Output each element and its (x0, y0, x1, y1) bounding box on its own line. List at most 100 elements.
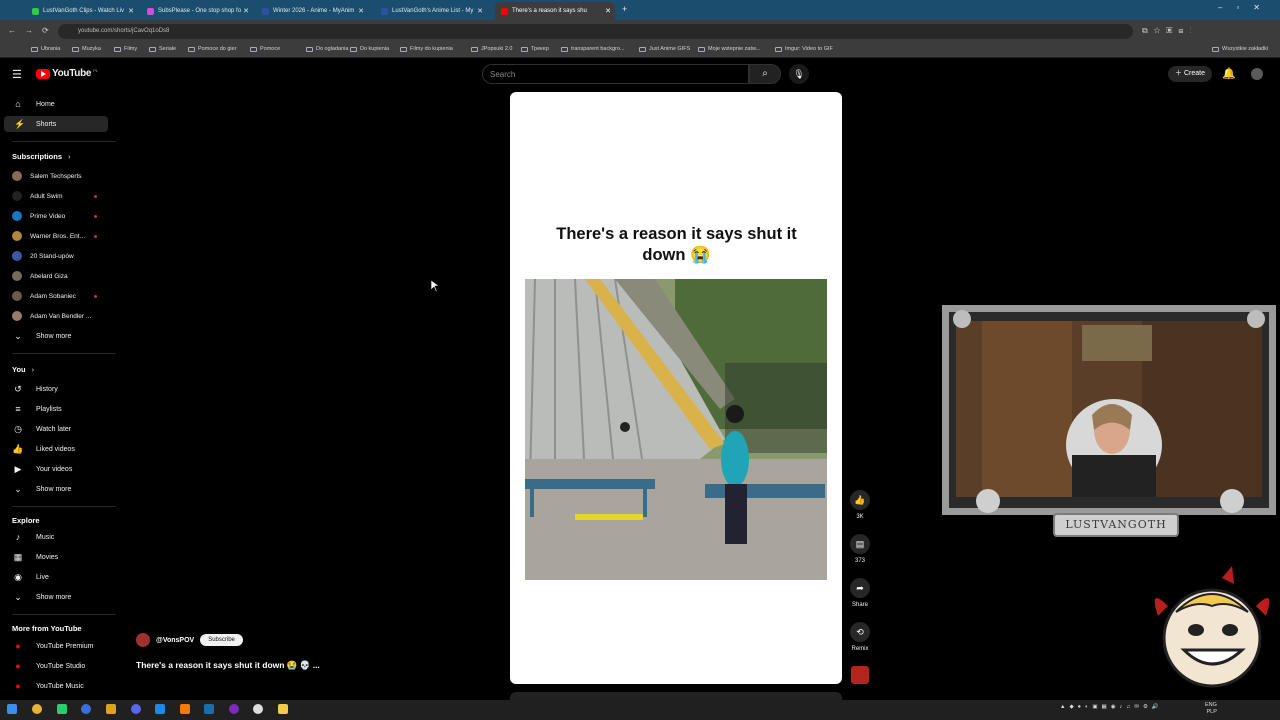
sidebar-item[interactable]: ≡ Playlists (0, 401, 108, 417)
sidebar-section-title[interactable]: More from YouTube (12, 624, 82, 633)
sidebar-item[interactable]: ↺ History (0, 381, 108, 397)
window-controls[interactable]: –▫✕ (1218, 3, 1274, 12)
subscription-item[interactable]: Adam Van Bendler ... (0, 308, 110, 324)
steam-taskbar-icon[interactable] (204, 704, 214, 714)
new-tab-button[interactable]: + (622, 4, 627, 14)
sidebar-item[interactable]: ◉ Live (0, 569, 108, 585)
sidebar-item[interactable]: ● YouTube Studio (0, 658, 108, 674)
bookmark-item[interactable]: Pomoce (250, 46, 280, 52)
app-taskbar-icon[interactable] (155, 704, 165, 714)
subscription-item[interactable]: Salem Techsperts (0, 168, 110, 184)
next-short-preview[interactable] (510, 692, 842, 700)
thumbs-up-icon[interactable]: 👍 (850, 490, 870, 510)
vlc-taskbar-icon[interactable] (180, 704, 190, 714)
subscribe-button[interactable]: Subscribe (200, 634, 243, 646)
discord-taskbar-icon[interactable] (131, 704, 141, 714)
menu-icon[interactable]: ☰ (12, 68, 22, 81)
app-taskbar-icon[interactable] (229, 704, 239, 714)
tab-close-icon[interactable]: ✕ (605, 7, 611, 15)
bookmark-item[interactable]: transparent backgro... (561, 46, 625, 52)
subscription-item[interactable]: Warner Bros. Ent... (0, 228, 110, 244)
sidebar-item[interactable]: ● YouTube Music (0, 678, 108, 694)
short-video-frame[interactable] (525, 279, 827, 580)
search-button[interactable]: ⌕ (749, 64, 781, 84)
bookmark-item[interactable]: Do ogladania (306, 46, 348, 52)
app-taskbar-icon[interactable] (81, 704, 91, 714)
short-action[interactable]: ➦ Share (850, 578, 870, 608)
sidebar-item[interactable]: ▦ Movies (0, 549, 108, 565)
bookmark-item[interactable]: Moje wstepnie zatw... (698, 46, 760, 52)
obs-taskbar-icon[interactable] (253, 704, 263, 714)
bookmark-item[interactable]: Ubrania (31, 46, 60, 52)
language-indicator[interactable]: ENG PLP (1205, 702, 1217, 716)
bookmark-item[interactable]: Трекер (521, 46, 549, 52)
subscription-name: Adam Sobaniec (30, 292, 76, 300)
search-input[interactable]: Search (482, 64, 749, 84)
sidebar-item[interactable]: ♪ Music (0, 529, 108, 545)
bookmark-item[interactable]: Pomoce do gier (188, 46, 237, 52)
chrome-taskbar-icon[interactable] (32, 704, 42, 714)
short-action[interactable]: 👍 3K (850, 490, 870, 520)
channel-name[interactable]: @VonsPOV (156, 637, 194, 644)
sidebar-item[interactable]: ◷ Watch later (0, 421, 108, 437)
create-button[interactable]: ＋ Create (1168, 66, 1212, 82)
sidebar-section-title[interactable]: Subscriptions › (12, 152, 71, 161)
voice-search-button[interactable]: 🎙 (789, 64, 809, 84)
share-icon[interactable]: ➦ (850, 578, 870, 598)
avatar[interactable] (1251, 68, 1263, 80)
show-more-button[interactable]: ⌄ Show more (0, 481, 108, 497)
start-menu-icon[interactable] (7, 704, 17, 714)
bookmark-item[interactable]: Seriale (149, 46, 176, 52)
tab-close-icon[interactable]: ✕ (358, 7, 364, 15)
extension-icons[interactable]: ⧉☆▣⊞⋮ (1142, 26, 1197, 36)
browser-tab[interactable]: There's a reason it says shu ✕ (495, 2, 615, 20)
browser-tab[interactable]: Winter 2026 - Anime - MyAnim ✕ (256, 2, 368, 20)
sidebar-item[interactable]: ● YouTube Premium (0, 638, 108, 654)
youtube-logo[interactable]: YouTube PL (36, 68, 98, 79)
show-more-button[interactable]: ⌄ Show more (0, 328, 108, 344)
tab-close-icon[interactable]: ✕ (243, 7, 249, 15)
short-action[interactable]: ▤ 373 (850, 534, 870, 564)
tab-close-icon[interactable]: ✕ (477, 7, 483, 15)
short-video-title[interactable]: There's a reason it says shut it down 😭 … (136, 660, 320, 671)
tab-close-icon[interactable]: ✕ (128, 7, 134, 15)
app-taskbar-icon[interactable] (106, 704, 116, 714)
notifications-bell-icon[interactable]: 🔔 (1222, 67, 1236, 80)
subscription-item[interactable]: Adult Swim (0, 188, 110, 204)
url-input[interactable]: youtube.com/shorts/jCavOq1oDs8 (58, 24, 1133, 39)
sidebar-item[interactable]: 👍 Liked videos (0, 441, 108, 457)
system-tray-icons[interactable]: ▲◆●◐▣▦◉♪♫✉⚙🔊 (1060, 704, 1163, 710)
sound-thumbnail[interactable] (851, 666, 869, 684)
subscription-item[interactable]: Adam Sobaniec (0, 288, 110, 304)
sidebar-item[interactable]: ⚡ Shorts (4, 116, 108, 132)
subscription-item[interactable]: Prime Video (0, 208, 110, 224)
subscription-item[interactable]: 20 Stand-upów (0, 248, 110, 264)
lang-bottom: PLP (1206, 709, 1217, 715)
channel-avatar[interactable] (136, 633, 150, 647)
short-action[interactable]: ⟲ Remix (850, 622, 870, 652)
bookmark-item[interactable]: Do kupienia (350, 46, 389, 52)
sidebar-item[interactable]: ⌂ Home (0, 96, 108, 112)
file-explorer-taskbar-icon[interactable] (278, 704, 288, 714)
navigation-buttons[interactable]: ←→⟳ (8, 26, 58, 35)
remix-icon[interactable]: ⟲ (850, 622, 870, 642)
all-bookmarks[interactable]: Wszystkie zakładki (1212, 46, 1268, 52)
bookmark-item[interactable]: Imgur: Video to GIF (775, 46, 833, 52)
bookmark-item[interactable]: Filmy (114, 46, 137, 52)
bookmark-item[interactable]: Just Anime GIFS (639, 46, 690, 52)
sidebar-section-title[interactable]: You › (12, 365, 34, 374)
browser-tab[interactable]: LustVanGoth Clips - Watch Liv ✕ (26, 2, 138, 20)
bookmark-item[interactable]: Filmy do kupienia (400, 46, 453, 52)
subscription-item[interactable]: Abelard Giza (0, 268, 110, 284)
sidebar-item[interactable]: ▶ Your videos (0, 461, 108, 477)
bookmark-item[interactable]: JPopsuki 2.0 (471, 46, 513, 52)
browser-tab[interactable]: SubsPlease - One stop shop fo ✕ (141, 2, 253, 20)
comments-icon[interactable]: ▤ (850, 534, 870, 554)
bookmark-item[interactable]: Muzyka (72, 46, 101, 52)
browser-tab[interactable]: LustVanGoth's Anime List - My ✕ (375, 2, 487, 20)
app-taskbar-icon[interactable] (57, 704, 67, 714)
sidebar-section-title[interactable]: Explore (12, 516, 40, 525)
folder-icon (31, 46, 38, 52)
tab-title: LustVanGoth's Anime List - My (392, 8, 474, 14)
show-more-button[interactable]: ⌄ Show more (0, 589, 108, 605)
